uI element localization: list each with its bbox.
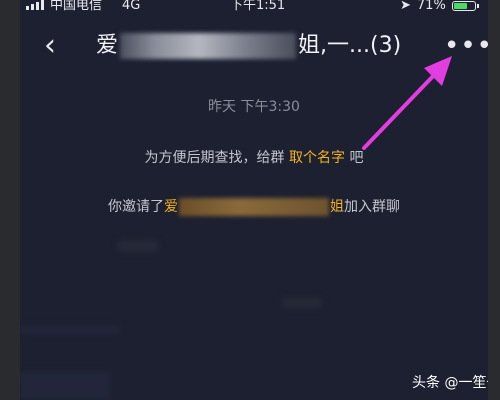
chevron-left-icon: ‹ <box>44 28 56 63</box>
battery-level <box>453 3 467 9</box>
right-border <box>488 0 500 400</box>
status-time: 下午1:51 <box>230 0 286 13</box>
redacted-title-blur <box>120 33 297 59</box>
system-message-invite: 你邀请了爱 姐加入群聊 <box>20 196 488 216</box>
battery-icon <box>451 1 479 11</box>
invite-suffix: 加入群聊 <box>344 199 400 215</box>
invitee-name-link[interactable]: 爱姐 <box>164 198 344 216</box>
more-options-button[interactable]: ••• <box>444 32 488 60</box>
rename-hint-text: 为方便后期查找，给群 <box>144 150 285 166</box>
faded-background-text <box>282 298 322 308</box>
invite-prefix: 你邀请了 <box>108 199 164 215</box>
location-arrow-icon: ➤ <box>400 0 411 13</box>
carrier-name: 中国电信 <box>50 0 103 13</box>
more-dots-icon: ••• <box>444 31 488 61</box>
redacted-name-blur <box>179 198 329 216</box>
battery-status: ➤ 71% <box>400 0 479 13</box>
network-type: 4G <box>122 0 141 13</box>
system-message-rename-hint: 为方便后期查找，给群 取个名字 吧 <box>20 147 488 167</box>
signal-bars-icon <box>26 0 44 10</box>
name-group-link[interactable]: 取个名字 <box>289 150 345 166</box>
chat-title[interactable]: 爱 姐,一...(3) <box>96 30 436 62</box>
left-border <box>0 0 20 400</box>
chat-header: ‹ 爱 姐,一...(3) ••• <box>20 18 488 74</box>
title-suffix: 姐,一...(3) <box>298 33 402 58</box>
invitee-name-end: 姐 <box>330 199 344 215</box>
title-prefix: 爱 <box>96 33 119 58</box>
back-button[interactable]: ‹ <box>30 26 70 66</box>
faded-background-text <box>20 372 110 400</box>
battery-percent: 71% <box>416 0 446 13</box>
watermark: 头条 @一笙一墨 <box>412 375 488 391</box>
message-timestamp: 昨天 下午3:30 <box>208 99 300 115</box>
faded-background-text <box>20 326 120 334</box>
phone-screen: 中国电信 4G 下午1:51 ➤ 71% ‹ 爱 姐,一...(3) ••• 昨天… <box>20 0 488 400</box>
invitee-name-start: 爱 <box>164 199 178 215</box>
rename-hint-suffix: 吧 <box>349 150 364 166</box>
status-bar: 中国电信 4G 下午1:51 ➤ 71% <box>20 0 488 16</box>
faded-background-text <box>118 240 158 252</box>
